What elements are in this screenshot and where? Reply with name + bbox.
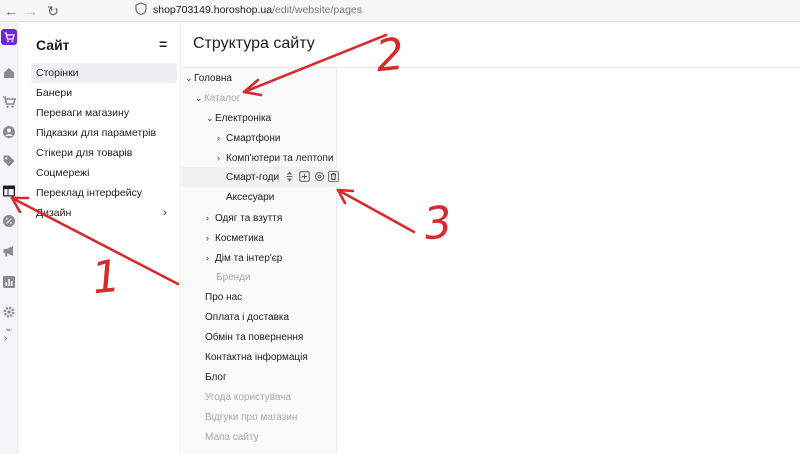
tree-item-label: Відгуки про магазин (205, 412, 298, 423)
forward-arrow-icon[interactable]: → (22, 2, 40, 20)
back-arrow-icon[interactable]: ← (2, 2, 20, 20)
settings-gear-icon[interactable] (314, 171, 325, 182)
sidebar-item-label: Банери (36, 87, 73, 99)
tree-item-label: Комп'ютери та лептопи (226, 153, 334, 164)
sidebar-item-label: Переваги магазину (36, 107, 130, 119)
tree-item-home[interactable]: ⌄Головна (185, 68, 232, 88)
sidebar-item-pages[interactable]: Сторінки (31, 63, 177, 83)
site-info-icon[interactable] (135, 2, 147, 15)
cart-icon[interactable] (2, 95, 16, 109)
browser-toolbar: ← → ↻ shop703149.horoshop.ua/edit/websit… (0, 0, 800, 22)
icon-rail: ⌄ › (0, 23, 18, 454)
sidebar-item-label: Дизайн (36, 207, 72, 219)
tree-item-payment-delivery[interactable]: Оплата і доставка (205, 308, 289, 328)
tree-item-cosmetics[interactable]: › Косметика (206, 228, 264, 248)
sidebar-title: Сайт (36, 37, 70, 53)
tree-item-label: Про нас (205, 292, 243, 303)
stats-icon[interactable] (2, 275, 16, 289)
tree-item-contacts[interactable]: Контактна інформація (205, 348, 308, 368)
tree-item-label: Бренди (216, 272, 251, 283)
tree-item-brands[interactable]: Бренди (216, 268, 251, 288)
row-actions (284, 171, 340, 185)
tree-item-label: Угода користувача (205, 392, 292, 403)
tree-item-label: Обмін та повернення (205, 332, 304, 343)
sidebar-item-label: Сторінки (36, 67, 79, 79)
chevron-right-icon[interactable]: › (4, 334, 7, 344)
tree-item-home-interior[interactable]: › Дім та інтер'єр (206, 248, 282, 268)
sidebar-item-banners[interactable]: Банери (31, 83, 195, 103)
tree-item-label: Смартфони (226, 133, 281, 144)
address-bar[interactable]: shop703149.horoshop.ua/edit/website/page… (135, 1, 395, 20)
discount-icon[interactable] (2, 214, 16, 228)
tree-item-label: Оплата і доставка (205, 312, 290, 323)
settings-gear-icon[interactable] (2, 305, 16, 319)
sidebar-item-label: Соцмережі (36, 167, 90, 179)
sidebar-item-label: Стікери для товарів (36, 147, 133, 159)
sidebar-item-label: Підказки для параметрів (36, 127, 157, 139)
chevron-right-icon[interactable]: › (217, 148, 226, 168)
sidebar-item-design[interactable]: Дизайн › (31, 203, 195, 223)
tree-item-label: Контактна інформація (205, 352, 308, 363)
tree-item-label: Косметика (215, 233, 264, 244)
annotation-number-3: 3 (421, 196, 455, 251)
tree-item-smartwatches[interactable]: Смарт-годи (226, 168, 340, 188)
tree-item-label: Аксесуари (226, 192, 275, 203)
tree-item-label: Головна (194, 73, 232, 84)
tree-item-user-agreement[interactable]: Угода користувача (205, 388, 291, 408)
home-icon[interactable] (2, 66, 16, 80)
chevron-right-icon: › (163, 207, 167, 219)
chevron-down-icon[interactable]: ⌄ (185, 68, 194, 88)
chevron-right-icon[interactable]: › (206, 208, 215, 228)
sidebar-item-product-stickers[interactable]: Стікери для товарів (31, 143, 195, 163)
sidebar-menu-icon[interactable]: = (159, 36, 167, 52)
tree-item-label: Каталог (204, 93, 241, 104)
sidebar-item-social-networks[interactable]: Соцмережі (31, 163, 195, 183)
chevron-right-icon[interactable]: › (206, 248, 215, 268)
add-child-page-icon[interactable] (299, 171, 310, 182)
delete-trash-icon[interactable] (328, 171, 340, 182)
tree-item-label: Мапа сайту (205, 432, 259, 443)
page-title: Структура сайту (193, 35, 315, 52)
tree-item-clothing[interactable]: › Одяг та взуття (206, 208, 282, 228)
sidebar: Сайт = Сторінки Банери Переваги магазину… (18, 23, 181, 454)
sidebar-item-advantages[interactable]: Переваги магазину (31, 103, 195, 123)
chevron-down-icon[interactable]: ⌄ (206, 108, 215, 128)
tree-item-blog[interactable]: Блог (205, 368, 227, 388)
tree-item-returns[interactable]: Обмін та повернення (205, 328, 303, 348)
tree-item-sitemap[interactable]: Мапа сайту (205, 428, 259, 448)
content-area (338, 67, 800, 454)
app-logo-icon[interactable] (1, 29, 17, 45)
tree-item-store-reviews[interactable]: Відгуки про магазин (205, 408, 297, 428)
tree-item-catalog[interactable]: ⌄Каталог (195, 88, 240, 108)
tree-item-accessories[interactable]: Аксесуари (226, 188, 274, 208)
sidebar-item-label: Переклад інтерфейсу (36, 187, 143, 199)
tree-item-label: Одяг та взуття (215, 213, 283, 224)
sidebar-item-parameter-hints[interactable]: Підказки для параметрів (31, 123, 195, 143)
megaphone-icon[interactable] (2, 244, 16, 258)
tree-item-label: Блог (205, 372, 227, 383)
sidebar-item-interface-translation[interactable]: Переклад інтерфейсу (31, 183, 195, 203)
chevron-right-icon[interactable]: › (206, 228, 215, 248)
tree-item-electronics[interactable]: ⌄Електроніка (206, 108, 271, 128)
tree-item-label: Електроніка (215, 113, 272, 124)
drag-handle-icon[interactable] (284, 171, 295, 182)
tree-item-label: Смарт-годи (226, 172, 280, 183)
url-host: shop703149.horoshop.ua (153, 4, 273, 16)
layout-icon[interactable] (2, 184, 16, 198)
url-path: /edit/website/pages (272, 4, 363, 16)
tag-icon[interactable] (2, 154, 16, 168)
chevron-down-icon[interactable]: ⌄ (195, 88, 204, 108)
chevron-right-icon[interactable]: › (217, 128, 226, 148)
user-icon[interactable] (2, 125, 16, 139)
tree-item-about[interactable]: Про нас (205, 288, 242, 308)
tree-item-computers[interactable]: › Комп'ютери та лептопи (217, 148, 333, 168)
tree-item-smartphones[interactable]: › Смартфони (217, 128, 280, 148)
annotation-number-2: 2 (373, 28, 407, 83)
tree-item-label: Дім та інтер'єр (215, 253, 283, 264)
reload-icon[interactable]: ↻ (44, 2, 62, 20)
annotation-number-1: 1 (89, 250, 123, 305)
